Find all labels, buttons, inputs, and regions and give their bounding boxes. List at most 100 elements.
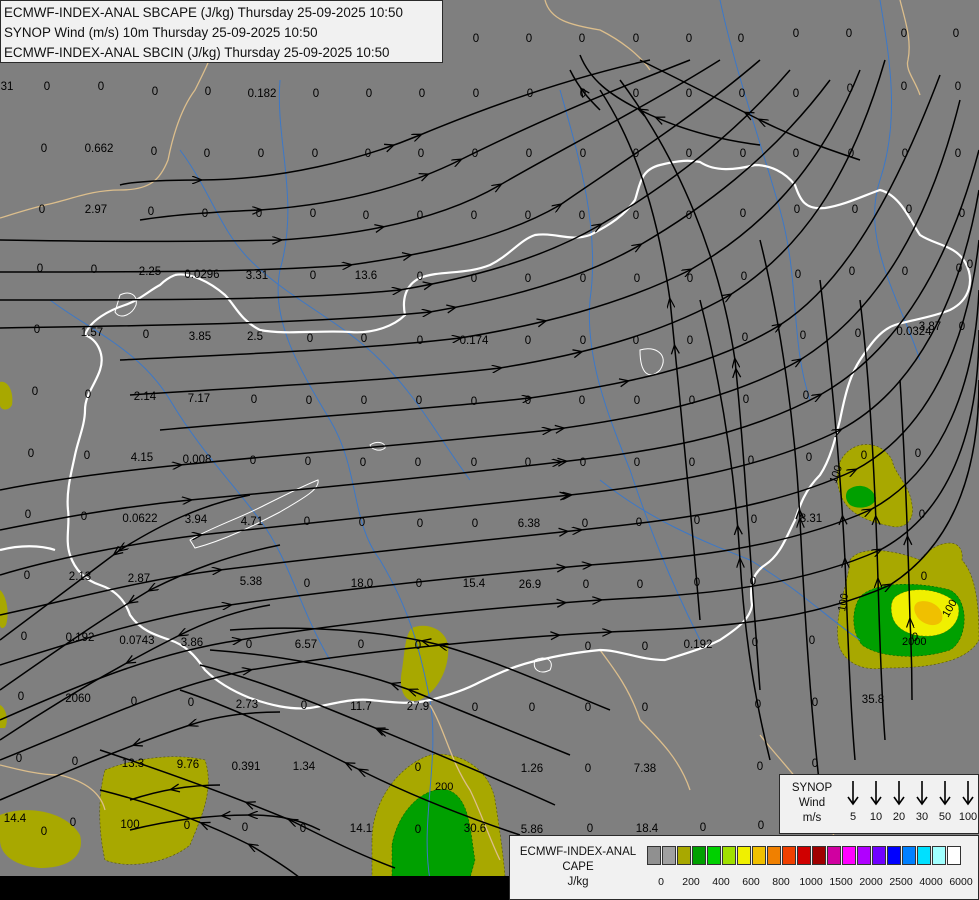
- cape-value-label: 5.38: [240, 576, 262, 588]
- wind-speed-label: 30: [915, 811, 929, 823]
- cape-value-label: 0: [44, 81, 50, 93]
- country-borders: [0, 159, 972, 710]
- cape-value-label: 0: [757, 761, 763, 773]
- cape-value-label: 0: [34, 324, 40, 336]
- cape-color-swatch: [827, 846, 841, 865]
- cape-tick-label: 6000: [949, 876, 973, 888]
- map-view[interactable]: 100 100 100 2000 200 0000000000003100000…: [0, 0, 979, 900]
- cape-value-label: 0: [700, 822, 706, 834]
- cape-value-label: 0: [959, 321, 965, 333]
- cape-value-label: 0: [529, 702, 535, 714]
- cape-value-label: 0: [151, 146, 157, 158]
- cape-tick-label: 200: [682, 876, 700, 888]
- cape-color-swatch: [707, 846, 721, 865]
- cape-value-label: 0: [21, 631, 27, 643]
- cape-value-label: 0: [955, 81, 961, 93]
- cape-value-label: 0: [310, 270, 316, 282]
- cape-value-label: 35.8: [862, 694, 884, 706]
- cape-value-label: 0: [642, 641, 648, 653]
- cape-value-label: 0: [250, 455, 256, 467]
- streamline: [819, 279, 856, 761]
- cape-tick-label: 600: [742, 876, 760, 888]
- cape-value-label: 0: [313, 88, 319, 100]
- cape-value-label: 0: [310, 208, 316, 220]
- wind-arrow-icon: [962, 781, 974, 806]
- cape-value-label: 0: [633, 148, 639, 160]
- cape-value-label: 0: [855, 328, 861, 340]
- cape-value-label: 6.57: [295, 639, 317, 651]
- cape-value-label: 0: [188, 697, 194, 709]
- cape-color-swatch: [872, 846, 886, 865]
- cape-value-label: 0: [955, 148, 961, 160]
- cape-value-label: 0: [793, 148, 799, 160]
- map-title-box: ECMWF-INDEX-ANAL SBCAPE (J/kg) Thursday …: [0, 0, 443, 63]
- cape-value-label: 0: [525, 395, 531, 407]
- cape-value-label: 0: [361, 395, 367, 407]
- cape-value-label: 4.71: [241, 516, 263, 528]
- cape-color-swatch: [887, 846, 901, 865]
- cape-value-label: 27.9: [407, 701, 429, 713]
- cape-tick-label: 1000: [799, 876, 823, 888]
- cape-value-label: 0: [415, 762, 421, 774]
- map-canvas[interactable]: 100 100 100 2000 200 0000000000003100000…: [0, 0, 979, 900]
- cape-value-label: 0: [742, 332, 748, 344]
- cape-value-label: 0: [956, 263, 962, 275]
- cape-value-label: 1.57: [81, 327, 103, 339]
- cape-value-label: 0: [32, 386, 38, 398]
- cape-value-label: 0: [687, 273, 693, 285]
- cape-value-label: 0: [152, 86, 158, 98]
- cape-value-label: 0: [633, 210, 639, 222]
- cape-value-label: 0: [806, 452, 812, 464]
- lake-3: [639, 348, 664, 376]
- cape-value-label: 0: [526, 33, 532, 45]
- streamline: [139, 59, 691, 221]
- cape-value-label: 0: [417, 518, 423, 530]
- cape-value-label: 13.6: [355, 270, 377, 282]
- cape-color-swatch: [722, 846, 736, 865]
- streamline: [119, 59, 651, 186]
- cape-value-label: 0: [582, 518, 588, 530]
- cape-value-label: 0: [359, 517, 365, 529]
- wind-arrow-icon: [847, 781, 859, 806]
- cape-value-label: 0: [70, 817, 76, 829]
- cape-value-label: 0: [694, 515, 700, 527]
- cape-value-label: 100: [120, 819, 139, 831]
- country-border-southwest-strip: [0, 545, 56, 552]
- cape-value-label: 0: [901, 81, 907, 93]
- cape-value-label: 0: [41, 826, 47, 838]
- cape-value-label: 0: [953, 28, 959, 40]
- cape-tick-label: 0: [658, 876, 664, 888]
- cape-value-label: 0: [366, 88, 372, 100]
- cape-value-label: 0: [361, 333, 367, 345]
- cape-value-label: 0: [741, 271, 747, 283]
- cape-value-label: 0: [85, 389, 91, 401]
- river-4: [49, 299, 331, 661]
- cape-value-label: 0: [861, 450, 867, 462]
- wind-speed-label: 10: [869, 811, 883, 823]
- cape-value-label: 0: [812, 697, 818, 709]
- bottom-no-data-strip: [0, 876, 509, 900]
- cape-value-label: 0: [809, 635, 815, 647]
- cape-value-label: 0: [694, 577, 700, 589]
- title-cape: ECMWF-INDEX-ANAL SBCAPE (J/kg) Thursday …: [4, 5, 403, 20]
- cape-color-swatch: [692, 846, 706, 865]
- cape-value-label: 0: [358, 639, 364, 651]
- cape-value-label: 0: [794, 204, 800, 216]
- streamline: [0, 239, 979, 616]
- wind-arrow-icon: [939, 781, 951, 806]
- cape-tick-label: 4000: [919, 876, 943, 888]
- cape-value-label: 0: [587, 823, 593, 835]
- cape-value-label: 0: [579, 210, 585, 222]
- cape-value-label: 0: [312, 148, 318, 160]
- cape-value-label: 0: [585, 641, 591, 653]
- cape-value-label: 0: [642, 702, 648, 714]
- cape-value-label: 0: [204, 148, 210, 160]
- cape-value-label: 0: [242, 822, 248, 834]
- cape-value-label: 0: [912, 632, 918, 644]
- cape-value-label: 0: [143, 329, 149, 341]
- cape-value-label: 0: [91, 264, 97, 276]
- cape-value-label: 0: [417, 335, 423, 347]
- cape-legend: ECMWF-INDEX-ANAL CAPE J/kg 0 200 400 600 800…: [509, 835, 979, 900]
- cape-value-label: 2060: [65, 693, 91, 705]
- cape-value-label: 0: [37, 263, 43, 275]
